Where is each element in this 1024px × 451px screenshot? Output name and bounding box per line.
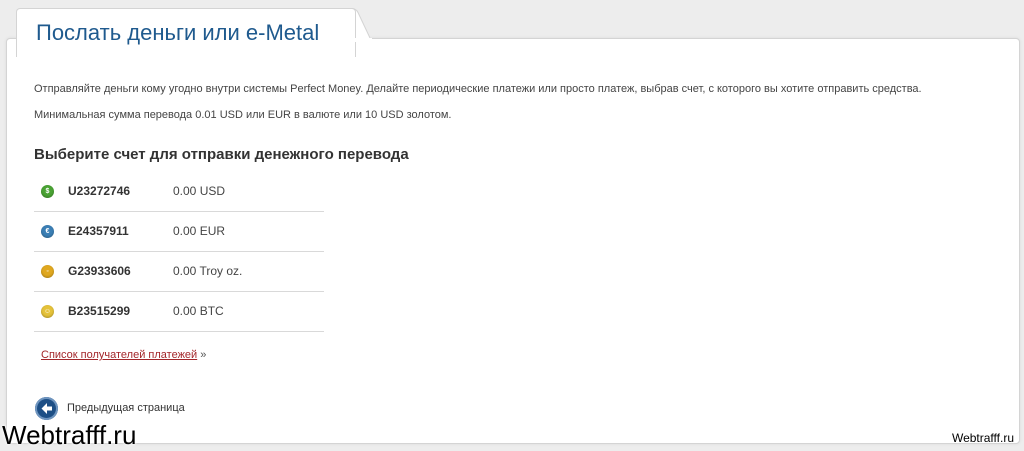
section-heading: Выберите счет для отправки денежного пер…	[34, 146, 409, 163]
account-id: U23272746	[68, 184, 131, 198]
recipients-link-row: Список получателей платежей»	[41, 349, 206, 361]
page-title: Послать деньги или e-Metal	[36, 20, 320, 45]
account-balance: 0.00 EUR	[173, 224, 226, 238]
account-row-gold[interactable]: ◦ G23933606 0.00 Troy oz.	[34, 252, 324, 292]
account-balance: 0.00 USD	[173, 184, 226, 198]
eur-coin-icon: €	[41, 225, 54, 238]
account-row-usd[interactable]: $ U23272746 0.00 USD	[34, 172, 324, 212]
prev-page-label[interactable]: Предыдущая страница	[67, 402, 185, 414]
account-balance: 0.00 BTC	[173, 304, 224, 318]
intro-text: Отправляйте деньги кому угодно внутри си…	[34, 83, 922, 95]
usd-coin-icon: $	[41, 185, 54, 198]
btc-coin-icon: ☺	[41, 305, 54, 318]
account-balance: 0.00 Troy oz.	[173, 264, 243, 278]
min-amount-text: Минимальная сумма перевода 0.01 USD или …	[34, 109, 452, 121]
arrow-left-icon	[41, 403, 52, 414]
account-row-btc[interactable]: ☺ B23515299 0.00 BTC	[34, 292, 324, 332]
account-list: $ U23272746 0.00 USD € E24357911 0.00 EU…	[34, 172, 324, 332]
watermark-right: Webtrafff.ru	[951, 431, 1014, 445]
account-id: E24357911	[68, 224, 129, 238]
account-id: B23515299	[68, 304, 131, 318]
recipients-link-arrow: »	[200, 349, 207, 361]
recipients-link[interactable]: Список получателей платежей	[41, 349, 197, 361]
account-row-eur[interactable]: € E24357911 0.00 EUR	[34, 212, 324, 252]
watermark-left: Webtrafff.ru	[2, 420, 137, 450]
account-id: G23933606	[68, 264, 131, 278]
back-arrow-button[interactable]	[35, 397, 58, 420]
gold-coin-icon: ◦	[41, 265, 54, 278]
